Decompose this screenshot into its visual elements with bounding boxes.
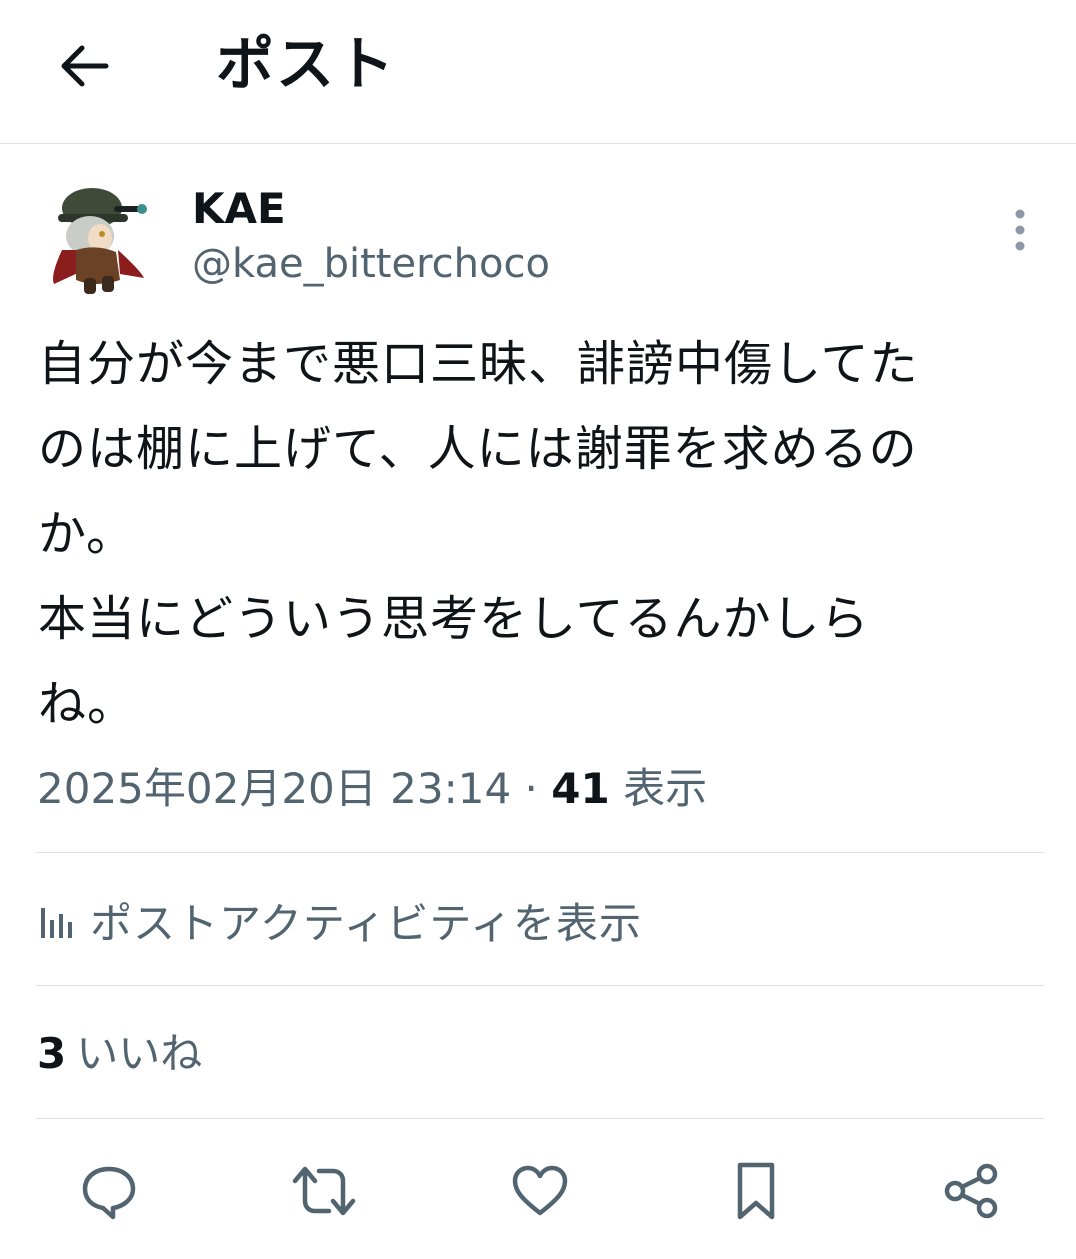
post-activity-label: ポストアクティビティを表示 <box>90 898 642 948</box>
post-text-line: 自分が今まで悪口三昧、誹謗中傷してた <box>38 336 919 392</box>
arrow-left-icon <box>61 45 109 87</box>
views-label: 表示 <box>623 764 708 813</box>
reply-button[interactable] <box>76 1158 142 1224</box>
divider <box>36 1118 1044 1119</box>
author-display-name[interactable]: KAE <box>192 183 286 235</box>
view-post-activity-link[interactable]: ポストアクティビティを表示 <box>38 890 642 950</box>
avatar[interactable] <box>40 180 152 300</box>
back-button[interactable] <box>52 34 116 98</box>
likes-count: 3 <box>37 1029 67 1078</box>
post-meta: 2025年02月20日 23:14 · 41 表示 <box>37 762 707 816</box>
heart-icon <box>512 1165 568 1216</box>
post-text-line: か。 <box>38 506 136 562</box>
action-bar <box>0 1150 1076 1230</box>
reply-bubble-icon <box>82 1166 136 1220</box>
share-icon <box>944 1163 998 1219</box>
likes-summary[interactable]: 3 いいね <box>37 1027 202 1081</box>
repost-button[interactable] <box>291 1158 357 1224</box>
bookmark-button[interactable] <box>723 1158 789 1224</box>
divider <box>36 985 1044 986</box>
post-timestamp[interactable]: 2025年02月20日 23:14 <box>37 764 511 813</box>
likes-label: いいね <box>76 1029 203 1078</box>
page-title: ポスト <box>216 30 397 98</box>
analytics-bar-icon <box>41 908 72 938</box>
repost-arrows-icon <box>292 1166 356 1216</box>
author-handle[interactable]: @kae_bitterchoco <box>192 240 550 288</box>
post-text-line: ね。 <box>38 676 137 732</box>
avatar-illustration <box>53 188 147 294</box>
top-bar: ポスト <box>0 0 1076 144</box>
divider <box>36 852 1044 853</box>
like-button[interactable] <box>507 1158 573 1224</box>
share-button[interactable] <box>938 1158 1004 1224</box>
more-options-button[interactable] <box>996 204 1044 256</box>
views-count: 41 <box>551 764 610 813</box>
more-vertical-icon <box>1015 209 1025 251</box>
meta-separator: · <box>524 764 538 813</box>
post-text-line: のは棚に上げて、人には謝罪を求めるの <box>38 421 918 477</box>
post-text-line: 本当にどういう思考をしてるんかしら <box>38 591 870 647</box>
bookmark-icon <box>737 1162 775 1220</box>
post-text: 自分が今まで悪口三昧、誹謗中傷してた のは棚に上げて、人には謝罪を求めるの か。… <box>38 322 1028 747</box>
